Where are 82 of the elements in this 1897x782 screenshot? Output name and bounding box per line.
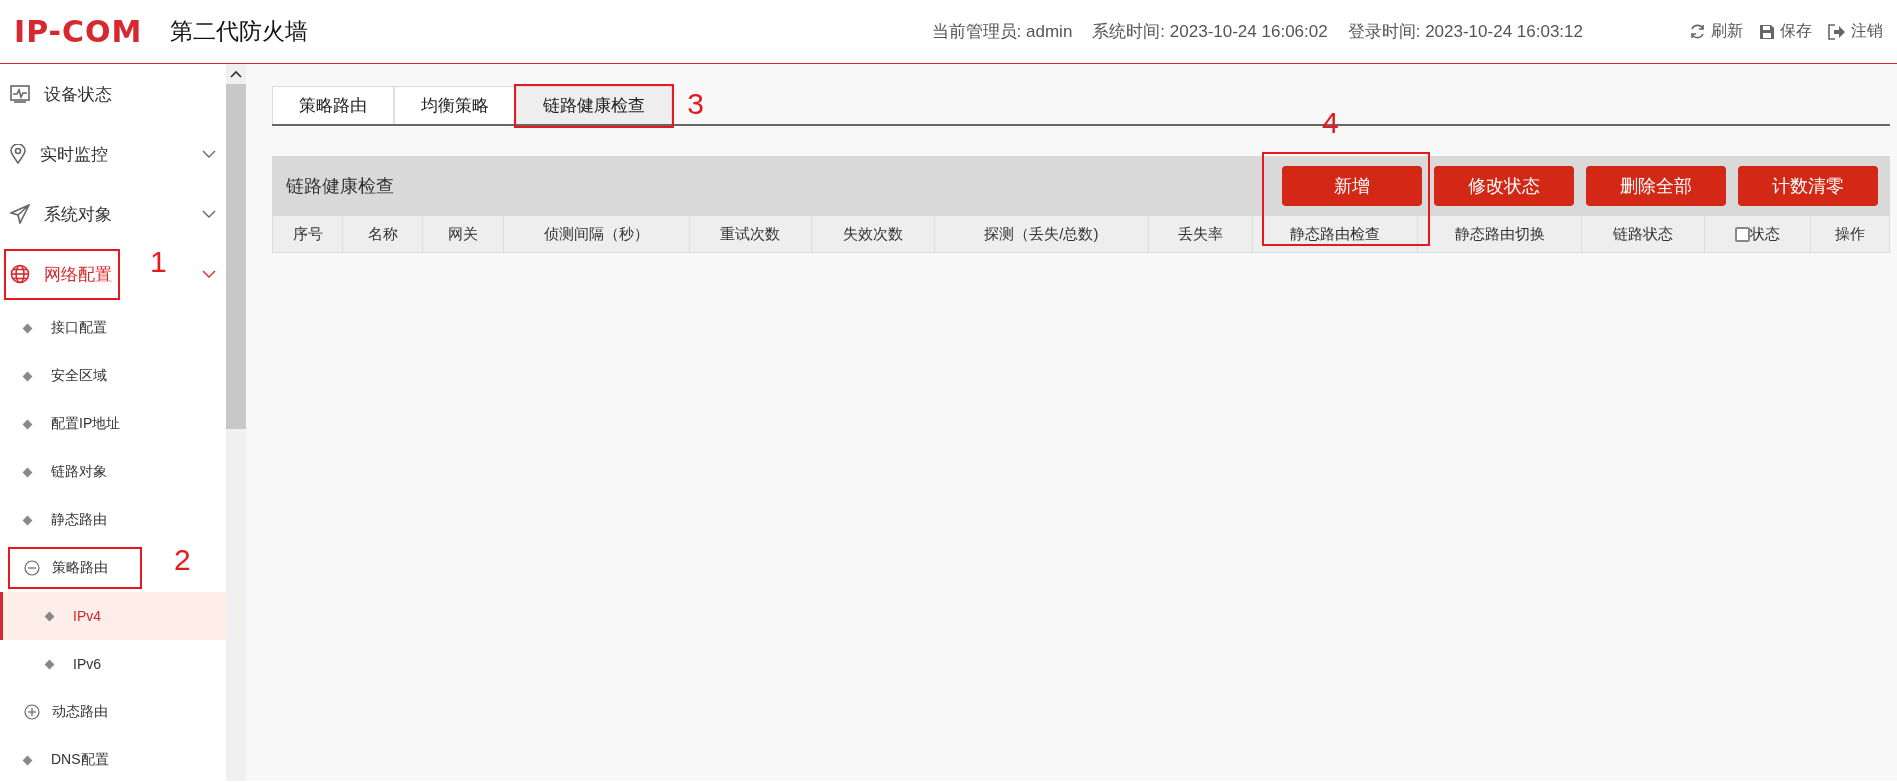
tab[interactable]: 均衡策略 (394, 86, 516, 124)
product-title: 第二代防火墙 (170, 17, 309, 46)
menu-label: 静态路由 (51, 511, 107, 529)
menu-label: 安全区域 (51, 367, 107, 385)
sidebar-subitem[interactable]: 接口配置 (0, 304, 226, 352)
menu-label: DNS配置 (51, 751, 109, 769)
save-icon (1759, 23, 1775, 40)
column-header: 静态路由检查 (1253, 216, 1418, 252)
location-pin-icon (10, 144, 26, 164)
monitor-icon (10, 85, 30, 103)
header-info: 系统时间: 2023-10-24 16:06:02 (1092, 21, 1328, 43)
menu-label: 配置IP地址 (51, 415, 121, 433)
menu-label: 系统对象 (44, 203, 112, 226)
sidebar-subitem[interactable]: 配置IP地址 (0, 400, 226, 448)
checkbox[interactable] (1735, 226, 1751, 242)
column-header: 丢失率 (1148, 216, 1254, 252)
chevron-down-icon[interactable] (202, 270, 216, 278)
chevron-down-icon[interactable] (202, 210, 216, 218)
menu-label: IPv6 (73, 656, 101, 672)
sidebar-subitem[interactable]: 策略路由 2 (0, 544, 226, 592)
chevron-down-icon[interactable] (202, 150, 216, 158)
tab[interactable]: 链路健康检查 (516, 86, 672, 124)
column-header: 重试次数 (689, 216, 812, 252)
action-button[interactable]: 新增 (1282, 166, 1422, 206)
diamond-bullet-icon (22, 755, 33, 765)
column-header: 失效次数 (811, 216, 935, 252)
sidebar-subitem[interactable]: 安全区域 (0, 352, 226, 400)
column-header: 侦测间隔（秒） (504, 216, 690, 252)
sidebar-item[interactable]: 实时监控 (0, 124, 226, 184)
diamond-bullet-icon (44, 659, 55, 669)
sidebar-subitem[interactable]: 动态路由 (0, 688, 226, 736)
paper-plane-icon (10, 204, 30, 224)
sidebar-item[interactable]: 设备状态 (0, 64, 226, 124)
column-header: 链路状态 (1582, 216, 1706, 252)
annotation-number: 3 (687, 89, 704, 119)
sidebar-item[interactable]: 系统对象 (0, 184, 226, 244)
column-header: 网关 (422, 216, 505, 252)
menu-label: IPv4 (73, 608, 101, 624)
diamond-bullet-icon (22, 371, 33, 381)
menu-label: 实时监控 (40, 143, 108, 166)
brand-logo: IP-COM (14, 14, 143, 49)
sidebar-subitem[interactable]: DNS配置 (0, 736, 226, 781)
diamond-bullet-icon (44, 611, 55, 621)
column-header: 操作 (1833, 223, 1866, 244)
column-header: 静态路由切换 (1417, 216, 1583, 252)
logout-icon (1828, 23, 1846, 40)
tab[interactable]: 策略路由 (272, 86, 394, 124)
action-button[interactable]: 计数清零 (1738, 166, 1878, 206)
sidebar-subitem[interactable]: 静态路由 (0, 496, 226, 544)
action-button[interactable]: 修改状态 (1434, 166, 1574, 206)
circle-minus-icon[interactable] (24, 560, 40, 576)
menu-label: 接口配置 (51, 319, 107, 337)
sidebar-item[interactable]: 网络配置 1 (0, 244, 226, 304)
header-action[interactable]: 刷新 (1689, 21, 1743, 42)
menu-label: 网络配置 (44, 263, 112, 286)
menu-label: 策略路由 (52, 559, 108, 577)
sidebar-subitem[interactable]: 链路对象 (0, 448, 226, 496)
header-action[interactable]: 保存 (1759, 21, 1812, 42)
diamond-bullet-icon (22, 419, 33, 429)
diamond-bullet-icon (22, 323, 33, 333)
sidebar-subitem[interactable]: IPv4 (0, 592, 226, 640)
action-button[interactable]: 删除全部 (1586, 166, 1726, 206)
column-header: 序号 (273, 216, 344, 252)
diamond-bullet-icon (22, 467, 33, 477)
circle-plus-icon[interactable] (24, 704, 40, 720)
column-header: 名称 (343, 216, 423, 252)
menu-label: 设备状态 (44, 83, 112, 106)
column-header: 探测（丢失/总数) (934, 216, 1149, 252)
menu-label: 动态路由 (52, 703, 108, 721)
scrollbar[interactable] (226, 64, 246, 781)
panel-title: 链路健康检查 (286, 175, 394, 198)
header-info: 登录时间: 2023-10-24 16:03:12 (1347, 21, 1583, 43)
annotation-number: 1 (150, 246, 167, 277)
menu-label: 链路对象 (51, 463, 107, 481)
refresh-icon (1689, 23, 1706, 40)
diamond-bullet-icon (22, 515, 33, 525)
header-info: 当前管理员: admin (931, 21, 1073, 43)
annotation-number: 2 (174, 545, 191, 575)
column-label: 状态 (1750, 224, 1781, 244)
sidebar-subitem[interactable]: IPv6 (0, 640, 226, 688)
globe-icon (10, 264, 30, 284)
header-action[interactable]: 注销 (1828, 21, 1883, 42)
